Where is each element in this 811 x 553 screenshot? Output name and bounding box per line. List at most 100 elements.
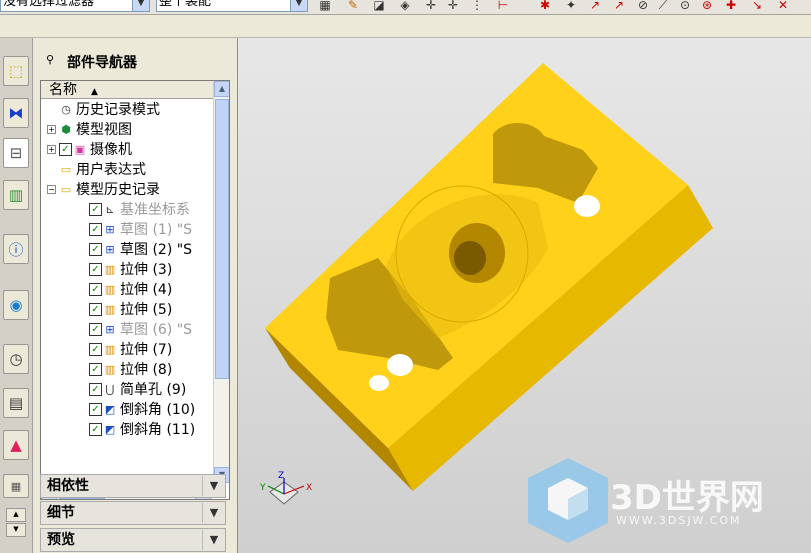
snap-icon[interactable]: ▦ — [318, 0, 332, 12]
column-header-label: 名称 — [49, 82, 77, 98]
sketch-icon: ⊞ — [105, 243, 115, 256]
tree-row[interactable]: + ⬢ 模型视图 — [41, 120, 211, 140]
secondary-toolbar — [0, 15, 811, 38]
checkbox-icon[interactable]: ✓ — [89, 403, 102, 416]
tree-row[interactable]: ✓ ◩ 倒斜角 (11) — [41, 420, 211, 440]
tree-row[interactable]: ✓ ▥ 拉伸 (5) — [41, 300, 211, 320]
tree-row-label: 草图 (6) "S — [120, 322, 193, 338]
tree-row[interactable]: ✓ ▥ 拉伸 (7) — [41, 340, 211, 360]
section-details[interactable]: 细节 ▼ — [40, 501, 226, 525]
tree-row-label: 拉伸 (4) — [120, 282, 173, 298]
clock-icon: ◷ — [61, 103, 71, 116]
rotate-icon[interactable]: ⊙ — [678, 0, 692, 12]
zoom-icon[interactable]: ⊛ — [700, 0, 714, 12]
dimension-icon[interactable]: ⊢ — [496, 0, 510, 12]
tree-row[interactable]: − ▭ 模型历史记录 — [41, 180, 211, 200]
assembly-scope-combo[interactable]: 整个装配 ▼ — [156, 0, 308, 12]
tree-row[interactable]: ✓ ⊞ 草图 (2) "S — [41, 240, 211, 260]
tree-row[interactable]: ✓ ▥ 拉伸 (4) — [41, 280, 211, 300]
arrow-icon[interactable]: ↗ — [612, 0, 626, 12]
part-navigator-icon[interactable]: ⊟ — [3, 138, 29, 168]
checkbox-icon[interactable]: ✓ — [89, 283, 102, 296]
tree-row-label: 草图 (2) "S — [120, 242, 193, 258]
section-preview[interactable]: 预览 ▼ — [40, 528, 226, 552]
checkbox-icon[interactable]: ✓ — [89, 383, 102, 396]
hole-icon: ⋃ — [105, 383, 115, 396]
scroll-thumb[interactable] — [215, 99, 229, 379]
navigator-tree[interactable]: 名称 ▲ ◷ 历史记录模式 + ⬢ 模型视图 + ✓ ▣ 摄像机 ▭ 用户表达式 − ▭ 模型历史记录 ✓ ⊾ 基… — [40, 80, 230, 500]
chevron-down-icon[interactable]: ▼ — [290, 0, 307, 11]
expand-icon[interactable]: + — [47, 145, 56, 154]
section-dependencies[interactable]: 相依性 ▼ — [40, 474, 226, 498]
point-icon[interactable]: ✱ — [538, 0, 552, 12]
tree-row[interactable]: ✓ ⊾ 基准坐标系 — [41, 200, 211, 220]
move-icon[interactable]: ✛ — [446, 0, 460, 12]
section-label: 相依性 — [47, 478, 89, 494]
web-browser-icon[interactable]: ◉ — [3, 290, 29, 320]
tree-row[interactable]: + ✓ ▣ 摄像机 — [41, 140, 211, 160]
scroll-up-icon[interactable]: ▲ — [6, 508, 26, 522]
selection-filter-value: 没有选择过滤器 — [3, 0, 95, 9]
tree-row-label: 模型视图 — [76, 122, 132, 138]
tree-row[interactable]: ✓ ⋃ 简单孔 (9) — [41, 380, 211, 400]
assembly-navigator-icon[interactable]: ⬚ — [3, 56, 29, 86]
rail-scroll[interactable]: ▲ ▼ — [6, 508, 26, 550]
scroll-up-icon[interactable]: ▲ — [214, 81, 229, 97]
checkbox-icon[interactable]: ✓ — [89, 303, 102, 316]
checkbox-icon[interactable]: ✓ — [89, 263, 102, 276]
sketch-icon[interactable]: ✎ — [346, 0, 360, 12]
chevron-down-icon[interactable]: ▼ — [202, 476, 225, 496]
selection-filter-combo[interactable]: 没有选择过滤器 ▼ — [0, 0, 150, 12]
reuse-library-icon[interactable]: ▥ — [3, 180, 29, 210]
grid-icon[interactable]: ⋮ — [470, 0, 484, 12]
close-icon[interactable]: ✕ — [776, 0, 790, 12]
triad-y-label: Y — [259, 483, 266, 493]
arrow-icon[interactable]: ↘ — [750, 0, 764, 12]
tree-row[interactable]: ✓ ⊞ 草图 (6) "S — [41, 320, 211, 340]
camera-icon: ▣ — [74, 143, 86, 156]
checkbox-icon[interactable]: ✓ — [89, 423, 102, 436]
checkbox-icon[interactable]: ✓ — [89, 363, 102, 376]
graphics-viewport[interactable]: X Y Z 3D世界网 WWW.3DSJW.COM — [238, 38, 811, 553]
plus-icon[interactable]: ✚ — [724, 0, 738, 12]
checkbox-icon[interactable]: ✓ — [89, 203, 102, 216]
scroll-down-icon[interactable]: ▼ — [6, 523, 26, 537]
chevron-down-icon[interactable]: ▼ — [202, 503, 225, 523]
tree-row[interactable]: ✓ ◩ 倒斜角 (10) — [41, 400, 211, 420]
chevron-down-icon[interactable]: ▼ — [202, 530, 225, 550]
line-icon[interactable]: ↗ — [588, 0, 602, 12]
chevron-down-icon[interactable]: ▼ — [132, 0, 149, 11]
tree-row[interactable]: ◷ 历史记录模式 — [41, 100, 211, 120]
constraint-navigator-icon[interactable]: ⧓ — [3, 98, 29, 128]
snap-icon[interactable]: ✦ — [564, 0, 578, 12]
tree-row[interactable]: ✓ ⊞ 草图 (1) "S — [41, 220, 211, 240]
system-materials-icon[interactable]: ▤ — [3, 388, 29, 418]
palette-icon[interactable]: ▲ — [3, 430, 29, 460]
tree-row[interactable]: ✓ ▥ 拉伸 (8) — [41, 360, 211, 380]
tree-row[interactable]: ▭ 用户表达式 — [41, 160, 211, 180]
checkbox-icon[interactable]: ✓ — [89, 243, 102, 256]
tree-row[interactable]: ✓ ▥ 拉伸 (3) — [41, 260, 211, 280]
process-icon[interactable]: ▦ — [3, 474, 29, 498]
expand-icon[interactable]: + — [47, 125, 56, 134]
navigator-title-text: 部件导航器 — [67, 55, 137, 71]
tangent-icon[interactable]: ⊘ — [636, 0, 650, 12]
section-label: 细节 — [47, 505, 75, 521]
part-hole-small — [574, 195, 600, 217]
collapse-icon[interactable]: − — [47, 185, 56, 194]
box-icon[interactable]: ◪ — [372, 0, 386, 12]
top-toolbar: 没有选择过滤器 ▼ 整个装配 ▼ ▦ ✎ ◪ ◈ ✛ ✛ ⋮ ⊢ ✱ ✦ ↗ ↗… — [0, 0, 811, 15]
column-header-name[interactable]: 名称 ▲ — [41, 81, 213, 99]
move-icon[interactable]: ✛ — [424, 0, 438, 12]
line-icon[interactable]: ⟋ — [656, 0, 670, 12]
tree-vertical-scrollbar[interactable]: ▲ ▼ — [213, 81, 229, 483]
checkbox-icon[interactable]: ✓ — [89, 323, 102, 336]
checkbox-icon[interactable]: ✓ — [89, 223, 102, 236]
view-icon[interactable]: ◈ — [398, 0, 412, 12]
checkbox-icon[interactable]: ✓ — [89, 343, 102, 356]
checkbox-icon[interactable]: ✓ — [59, 143, 72, 156]
history-icon[interactable]: ◷ — [3, 344, 29, 374]
pin-icon[interactable]: ⚲ — [46, 53, 54, 66]
info-icon[interactable]: ⓘ — [3, 234, 29, 264]
sketch-icon: ⊞ — [105, 323, 115, 336]
